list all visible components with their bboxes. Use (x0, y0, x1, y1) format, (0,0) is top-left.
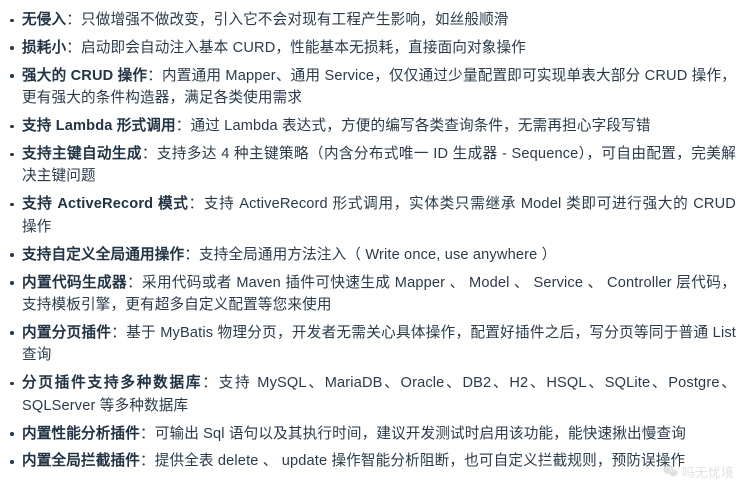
feature-separator: ： (66, 12, 81, 28)
feature-term: 内置代码生成器 (22, 274, 127, 291)
feature-term: 强大的 CRUD 操作 (22, 67, 148, 84)
list-item: 内置分页插件：基于 MyBatis 物理分页，开发者无需关心具体操作，配置好插件… (10, 322, 736, 367)
feature-separator: ： (139, 425, 155, 442)
feature-description: 通过 Lambda 表达式，方便的编写各类查询条件，无需再担心字段写错 (190, 118, 651, 135)
feature-separator: ： (147, 67, 162, 84)
feature-separator: ： (139, 453, 155, 470)
list-item: 支持 Lambda 形式调用：通过 Lambda 表达式，方便的编写各类查询条件… (10, 115, 736, 137)
feature-term: 支持 ActiveRecord 模式 (22, 196, 189, 213)
feature-description: 提供全表 delete 、 update 操作智能分析阻断，也可自定义拦截规则，… (154, 453, 686, 470)
feature-list: 无侵入：只做增强不做改变，引入它不会对现有工程产生影响，如丝般顺滑 损耗小：启动… (0, 0, 742, 473)
feature-separator: ： (202, 375, 219, 392)
list-item: 内置代码生成器：采用代码或者 Maven 插件可快速生成 Mapper 、 Mo… (10, 272, 736, 317)
feature-term: 分页插件支持多种数据库 (22, 375, 203, 392)
feature-term: 无侵入 (22, 12, 67, 28)
feature-term: 支持自定义全局通用操作 (22, 246, 185, 263)
feature-term: 内置全局拦截插件 (22, 453, 140, 470)
feature-description: 启动即会自动注入基本 CURD，性能基本无损耗，直接面向对象操作 (80, 39, 527, 56)
list-item: 支持主键自动生成：支持多达 4 种主键策略（内含分布式唯一 ID 生成器 - S… (10, 143, 736, 188)
list-item: 分页插件支持多种数据库：支持 MySQL、MariaDB、Oracle、DB2、… (10, 372, 736, 417)
list-item: 无侵入：只做增强不做改变，引入它不会对现有工程产生影响，如丝般顺滑 (10, 9, 736, 31)
list-item: 损耗小：启动即会自动注入基本 CURD，性能基本无损耗，直接面向对象操作 (10, 37, 736, 59)
feature-description: 可输出 Sql 语句以及其执行时间，建议开发测试时启用该功能，能快速揪出慢查询 (154, 425, 686, 442)
feature-separator: ： (184, 246, 199, 263)
feature-term: 内置分页插件 (22, 324, 112, 341)
feature-description: 基于 MyBatis 物理分页，开发者无需关心具体操作，配置好插件之后，写分页等… (22, 324, 736, 364)
feature-separator: ： (66, 39, 81, 56)
feature-separator: ： (188, 196, 204, 213)
list-item: 强大的 CRUD 操作：内置通用 Mapper、通用 Service，仅仅通过少… (10, 65, 736, 110)
list-item: 支持自定义全局通用操作：支持全局通用方法注入（ Write once, use … (10, 244, 736, 266)
feature-term: 支持 Lambda 形式调用 (22, 118, 176, 135)
list-item: 内置全局拦截插件：提供全表 delete 、 update 操作智能分析阻断，也… (10, 450, 736, 472)
feature-separator: ： (175, 118, 191, 135)
feature-description: 支持全局通用方法注入（ Write once, use anywhere ） (198, 246, 557, 263)
feature-description: 只做增强不做改变，引入它不会对现有工程产生影响，如丝般顺滑 (80, 12, 509, 28)
feature-term: 内置性能分析插件 (22, 425, 140, 442)
feature-separator: ： (141, 146, 157, 163)
list-item: 内置性能分析插件：可输出 Sql 语句以及其执行时间，建议开发测试时启用该功能，… (10, 423, 736, 445)
feature-separator: ： (126, 274, 142, 291)
feature-term: 支持主键自动生成 (22, 146, 142, 163)
feature-term: 损耗小 (22, 39, 67, 56)
list-item: 支持 ActiveRecord 模式：支持 ActiveRecord 形式调用，… (10, 193, 736, 238)
feature-separator: ： (111, 324, 127, 341)
